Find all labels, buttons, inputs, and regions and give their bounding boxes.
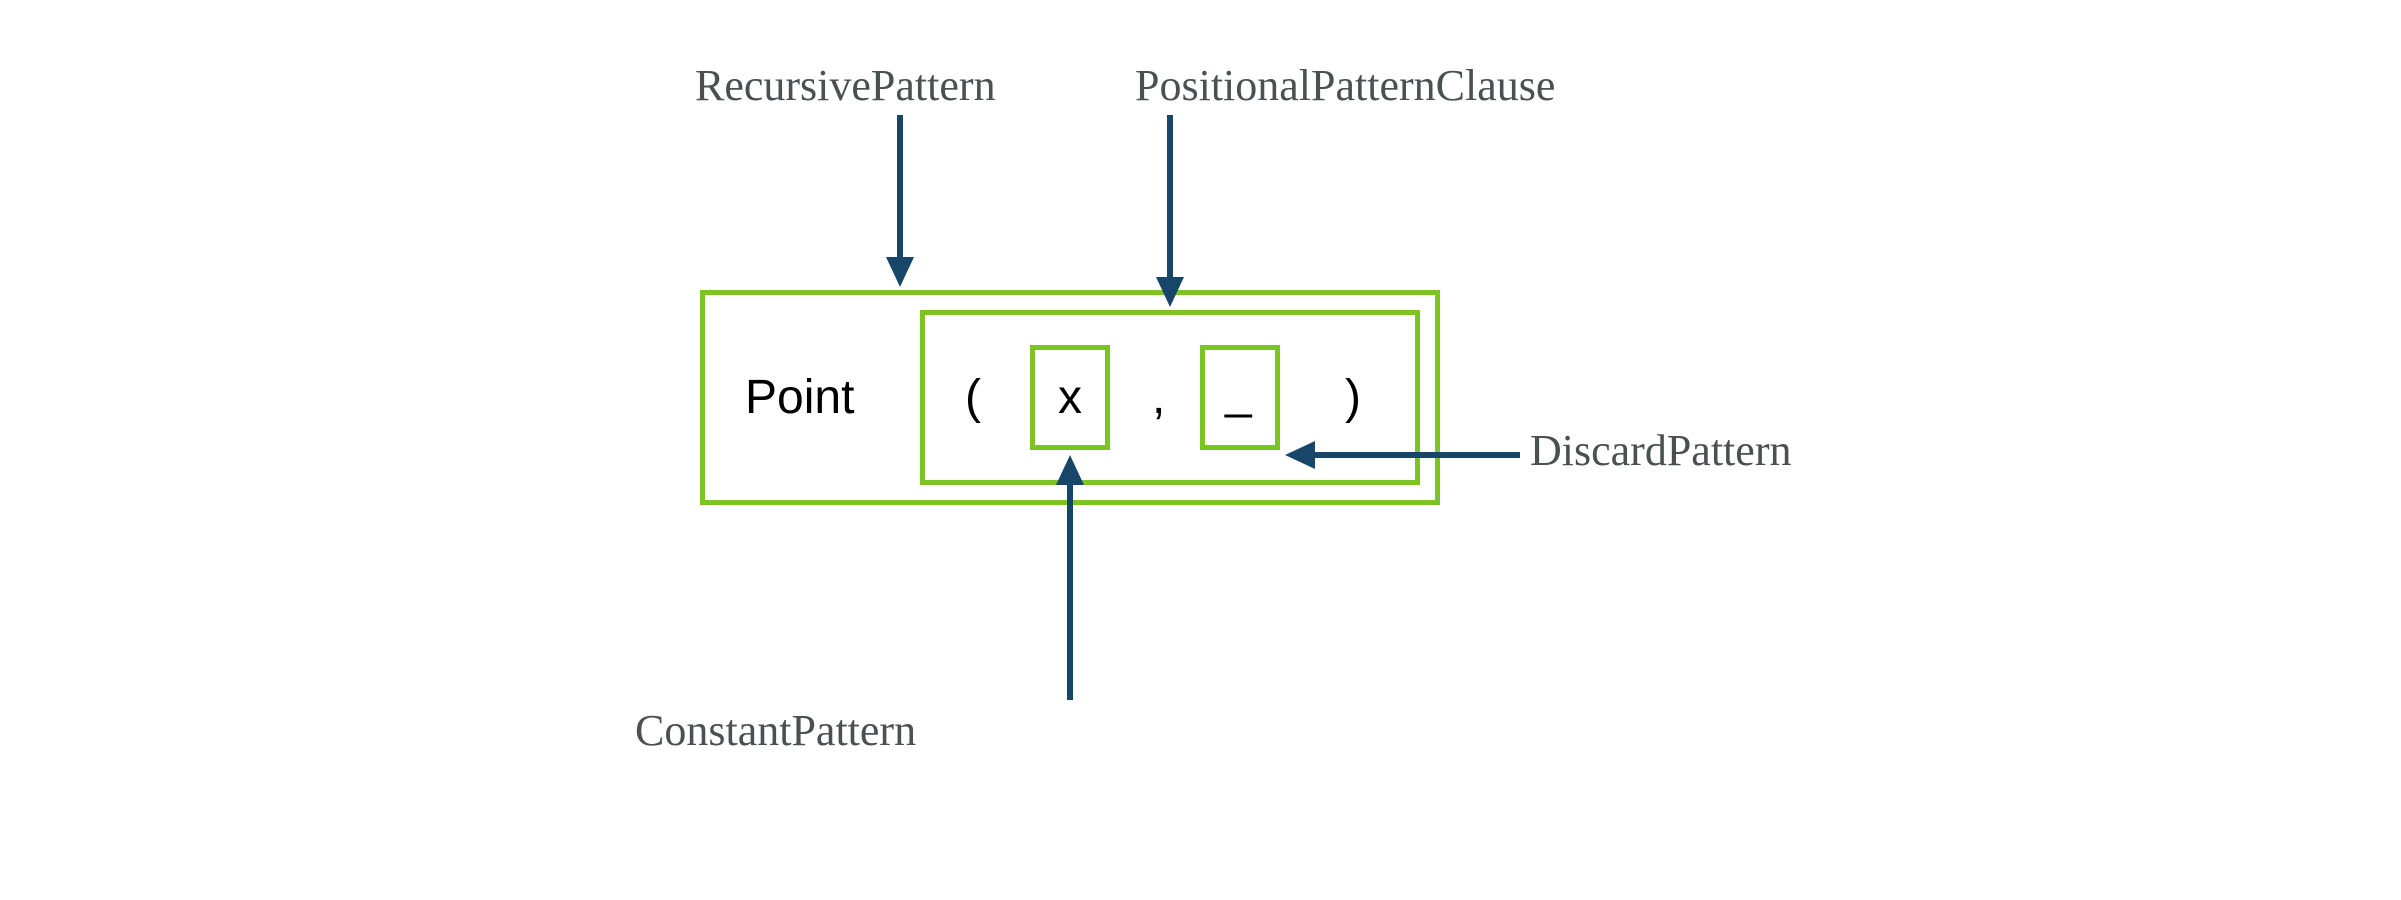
type-name: Point (745, 370, 854, 425)
constant-pattern-label: ConstantPattern (635, 705, 916, 756)
discard-pattern-label: DiscardPattern (1530, 425, 1791, 476)
comma: , (1152, 370, 1165, 425)
positional-pattern-clause-label: PositionalPatternClause (1135, 60, 1555, 111)
recursive-pattern-arrow-icon (880, 115, 920, 290)
arg-underscore: _ (1225, 365, 1252, 420)
close-paren: ) (1345, 370, 1361, 425)
discard-pattern-arrow-icon (1285, 435, 1520, 475)
recursive-pattern-label: RecursivePattern (695, 60, 996, 111)
open-paren: ( (965, 370, 981, 425)
positional-pattern-clause-arrow-icon (1150, 115, 1190, 310)
arg-x: x (1058, 370, 1082, 425)
constant-pattern-arrow-icon (1050, 455, 1090, 700)
